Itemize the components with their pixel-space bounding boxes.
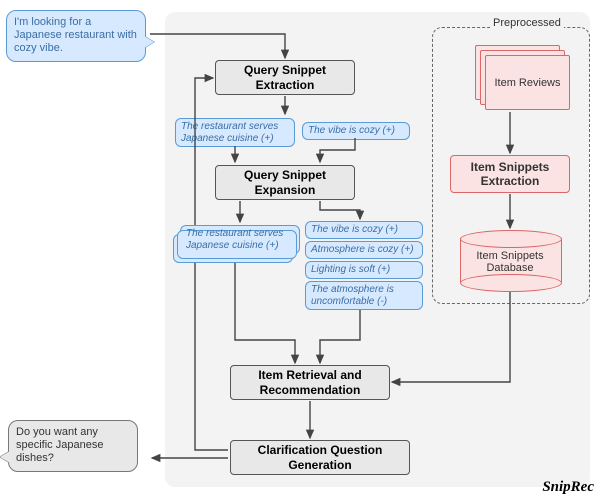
proc-query-snippet-expansion: Query Snippet Expansion <box>215 165 355 200</box>
item-reviews-stack: Item Reviews <box>485 55 570 110</box>
brand-label: SnipRec <box>542 479 594 496</box>
system-clarification-bubble: Do you want any specific Japanese dishes… <box>8 420 138 472</box>
proc-clarification-question-gen: Clarification Question Generation <box>230 440 410 475</box>
proc-item-retrieval-recommendation: Item Retrieval and Recommendation <box>230 365 390 400</box>
snippet-expand-col2-2: Atmosphere is cozy (+) <box>305 241 423 259</box>
user-query-bubble: I'm looking for a Japanese restaurant wi… <box>6 10 146 62</box>
snippet-expand-col2-4: The atmosphere is uncomfortable (-) <box>305 281 423 310</box>
preprocessed-label: Preprocessed <box>490 17 564 29</box>
item-snippets-database-label: Item Snippets Database <box>460 250 560 274</box>
snippet-expand-col2-1: The vibe is cozy (+) <box>305 221 423 239</box>
snippet-extract-2: The vibe is cozy (+) <box>302 122 410 140</box>
snippet-expand-col1-1: The restaurant serves Japanese cuisine (… <box>180 225 300 254</box>
proc-item-snippets-extraction: Item Snippets Extraction <box>450 155 570 193</box>
snippet-extract-1: The restaurant serves Japanese cuisine (… <box>175 118 295 147</box>
proc-query-snippet-extraction: Query Snippet Extraction <box>215 60 355 95</box>
item-snippets-database: Item Snippets Database <box>460 230 560 290</box>
snippet-expand-col2-3: Lighting is soft (+) <box>305 261 423 279</box>
